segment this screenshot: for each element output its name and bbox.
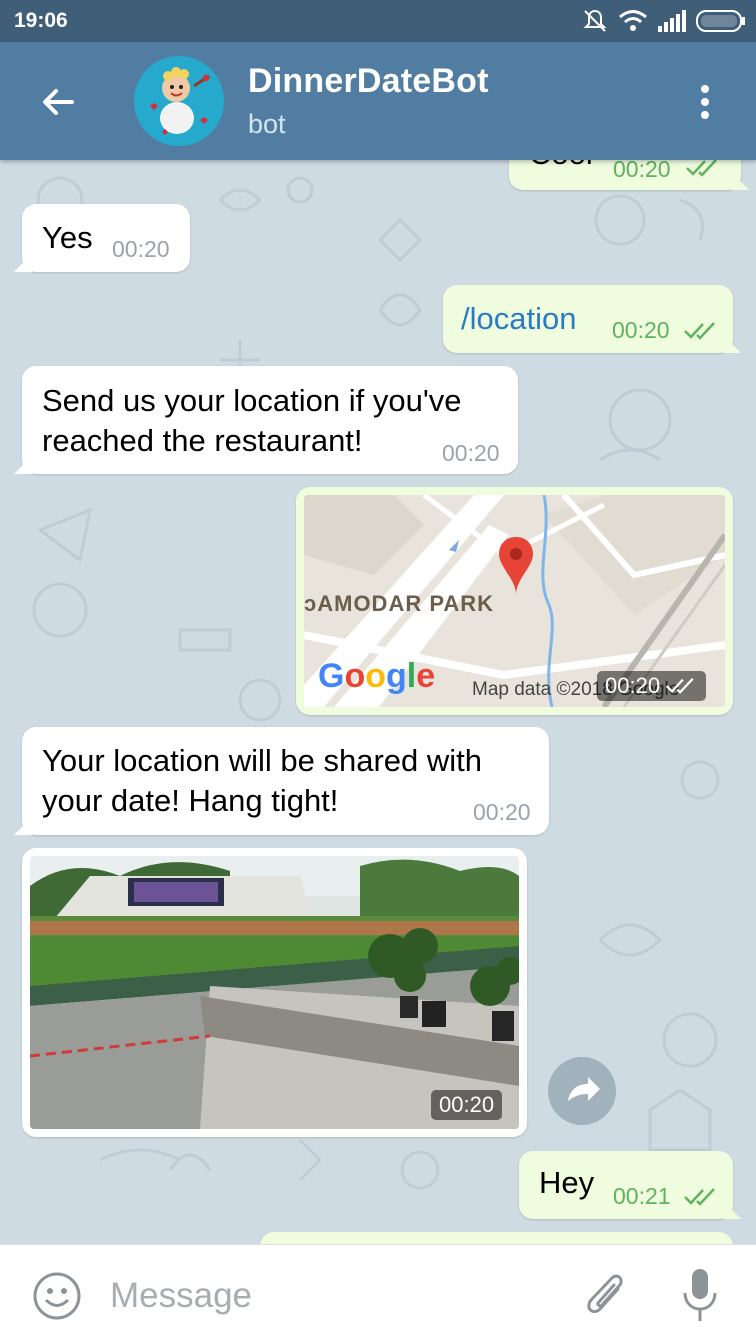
map-preview[interactable]: ᴐAMODAR PARK Google Map data ©2018 Googl…	[304, 495, 725, 707]
emoji-icon[interactable]	[32, 1271, 82, 1321]
message-text: Hey	[539, 1165, 595, 1200]
chat-area[interactable]: Cool 00:20 Yes 00:20 /location 00:20 Sen…	[0, 160, 756, 1244]
message-input[interactable]	[110, 1271, 550, 1321]
map-place-label: ᴐAMODAR PARK	[304, 591, 495, 616]
message-text-line-1: Send us your location if you've	[42, 383, 462, 418]
mute-icon	[583, 9, 607, 32]
message-time: 00:20	[112, 236, 170, 262]
chat-title[interactable]: DinnerDateBot	[248, 62, 489, 101]
wifi-icon	[619, 10, 647, 31]
paperclip-icon[interactable]	[580, 1267, 630, 1323]
map-pin-icon	[499, 537, 533, 595]
message-time: 00:20	[613, 160, 671, 182]
share-button[interactable]	[548, 1057, 616, 1125]
message-time: 00:20	[473, 799, 531, 825]
status-time: 19:06	[14, 9, 68, 32]
chat-header: DinnerDateBot bot	[0, 42, 756, 160]
message-bubble-incoming[interactable]: Your location will be shared with your d…	[14, 727, 549, 835]
message-bubble-incoming[interactable]: Yes 00:20	[14, 204, 190, 272]
signal-icon	[658, 10, 686, 32]
share-icon	[568, 1077, 600, 1101]
status-icons	[582, 8, 746, 34]
command-link[interactable]: /location	[461, 299, 576, 339]
more-vert-icon[interactable]	[690, 82, 720, 122]
message-text-line-2: reached the restaurant!	[42, 423, 363, 458]
double-check-icon	[684, 1188, 715, 1206]
photo-image[interactable]: 00:20	[30, 856, 519, 1129]
message-composer	[0, 1244, 756, 1344]
photo-message[interactable]: 00:20	[22, 848, 527, 1137]
message-time: 00:20	[439, 1092, 495, 1117]
avatar-image	[134, 56, 224, 146]
message-time: 00:20	[442, 440, 500, 466]
photo-content	[30, 856, 519, 1129]
message-text-line-2: your date! Hang tight!	[42, 783, 339, 818]
message-bubble-outgoing[interactable]: Hey 00:21	[519, 1151, 741, 1219]
double-check-icon	[686, 160, 717, 177]
chat-subtitle: bot	[248, 109, 286, 139]
message-time: 00:20	[605, 673, 661, 698]
message-time: 00:21	[613, 1183, 671, 1209]
double-check-icon	[665, 678, 694, 694]
message-text: Cool	[529, 160, 593, 174]
message-bubble-incoming[interactable]: Send us your location if you've reached …	[14, 366, 518, 474]
message-bubble-outgoing[interactable]: Cool 00:20	[509, 160, 749, 190]
message-time-overlay: 00:20	[431, 1090, 503, 1120]
message-time: 00:20	[612, 317, 670, 343]
google-logo: Google	[318, 657, 436, 695]
message-text: Yes	[42, 220, 93, 255]
avatar[interactable]	[134, 56, 224, 146]
mic-icon[interactable]	[680, 1267, 720, 1325]
status-bar: 19:06	[0, 0, 756, 42]
message-time-overlay: 00:20	[597, 671, 707, 701]
message-bubble-outgoing[interactable]	[260, 1232, 733, 1244]
message-text-line-1: Your location will be shared with	[42, 743, 482, 778]
back-arrow-icon[interactable]	[36, 80, 80, 124]
location-message[interactable]: ᴐAMODAR PARK Google Map data ©2018 Googl…	[296, 487, 733, 715]
battery-icon	[696, 10, 745, 32]
double-check-icon	[684, 322, 715, 340]
message-bubble-outgoing[interactable]: /location 00:20	[443, 285, 741, 353]
